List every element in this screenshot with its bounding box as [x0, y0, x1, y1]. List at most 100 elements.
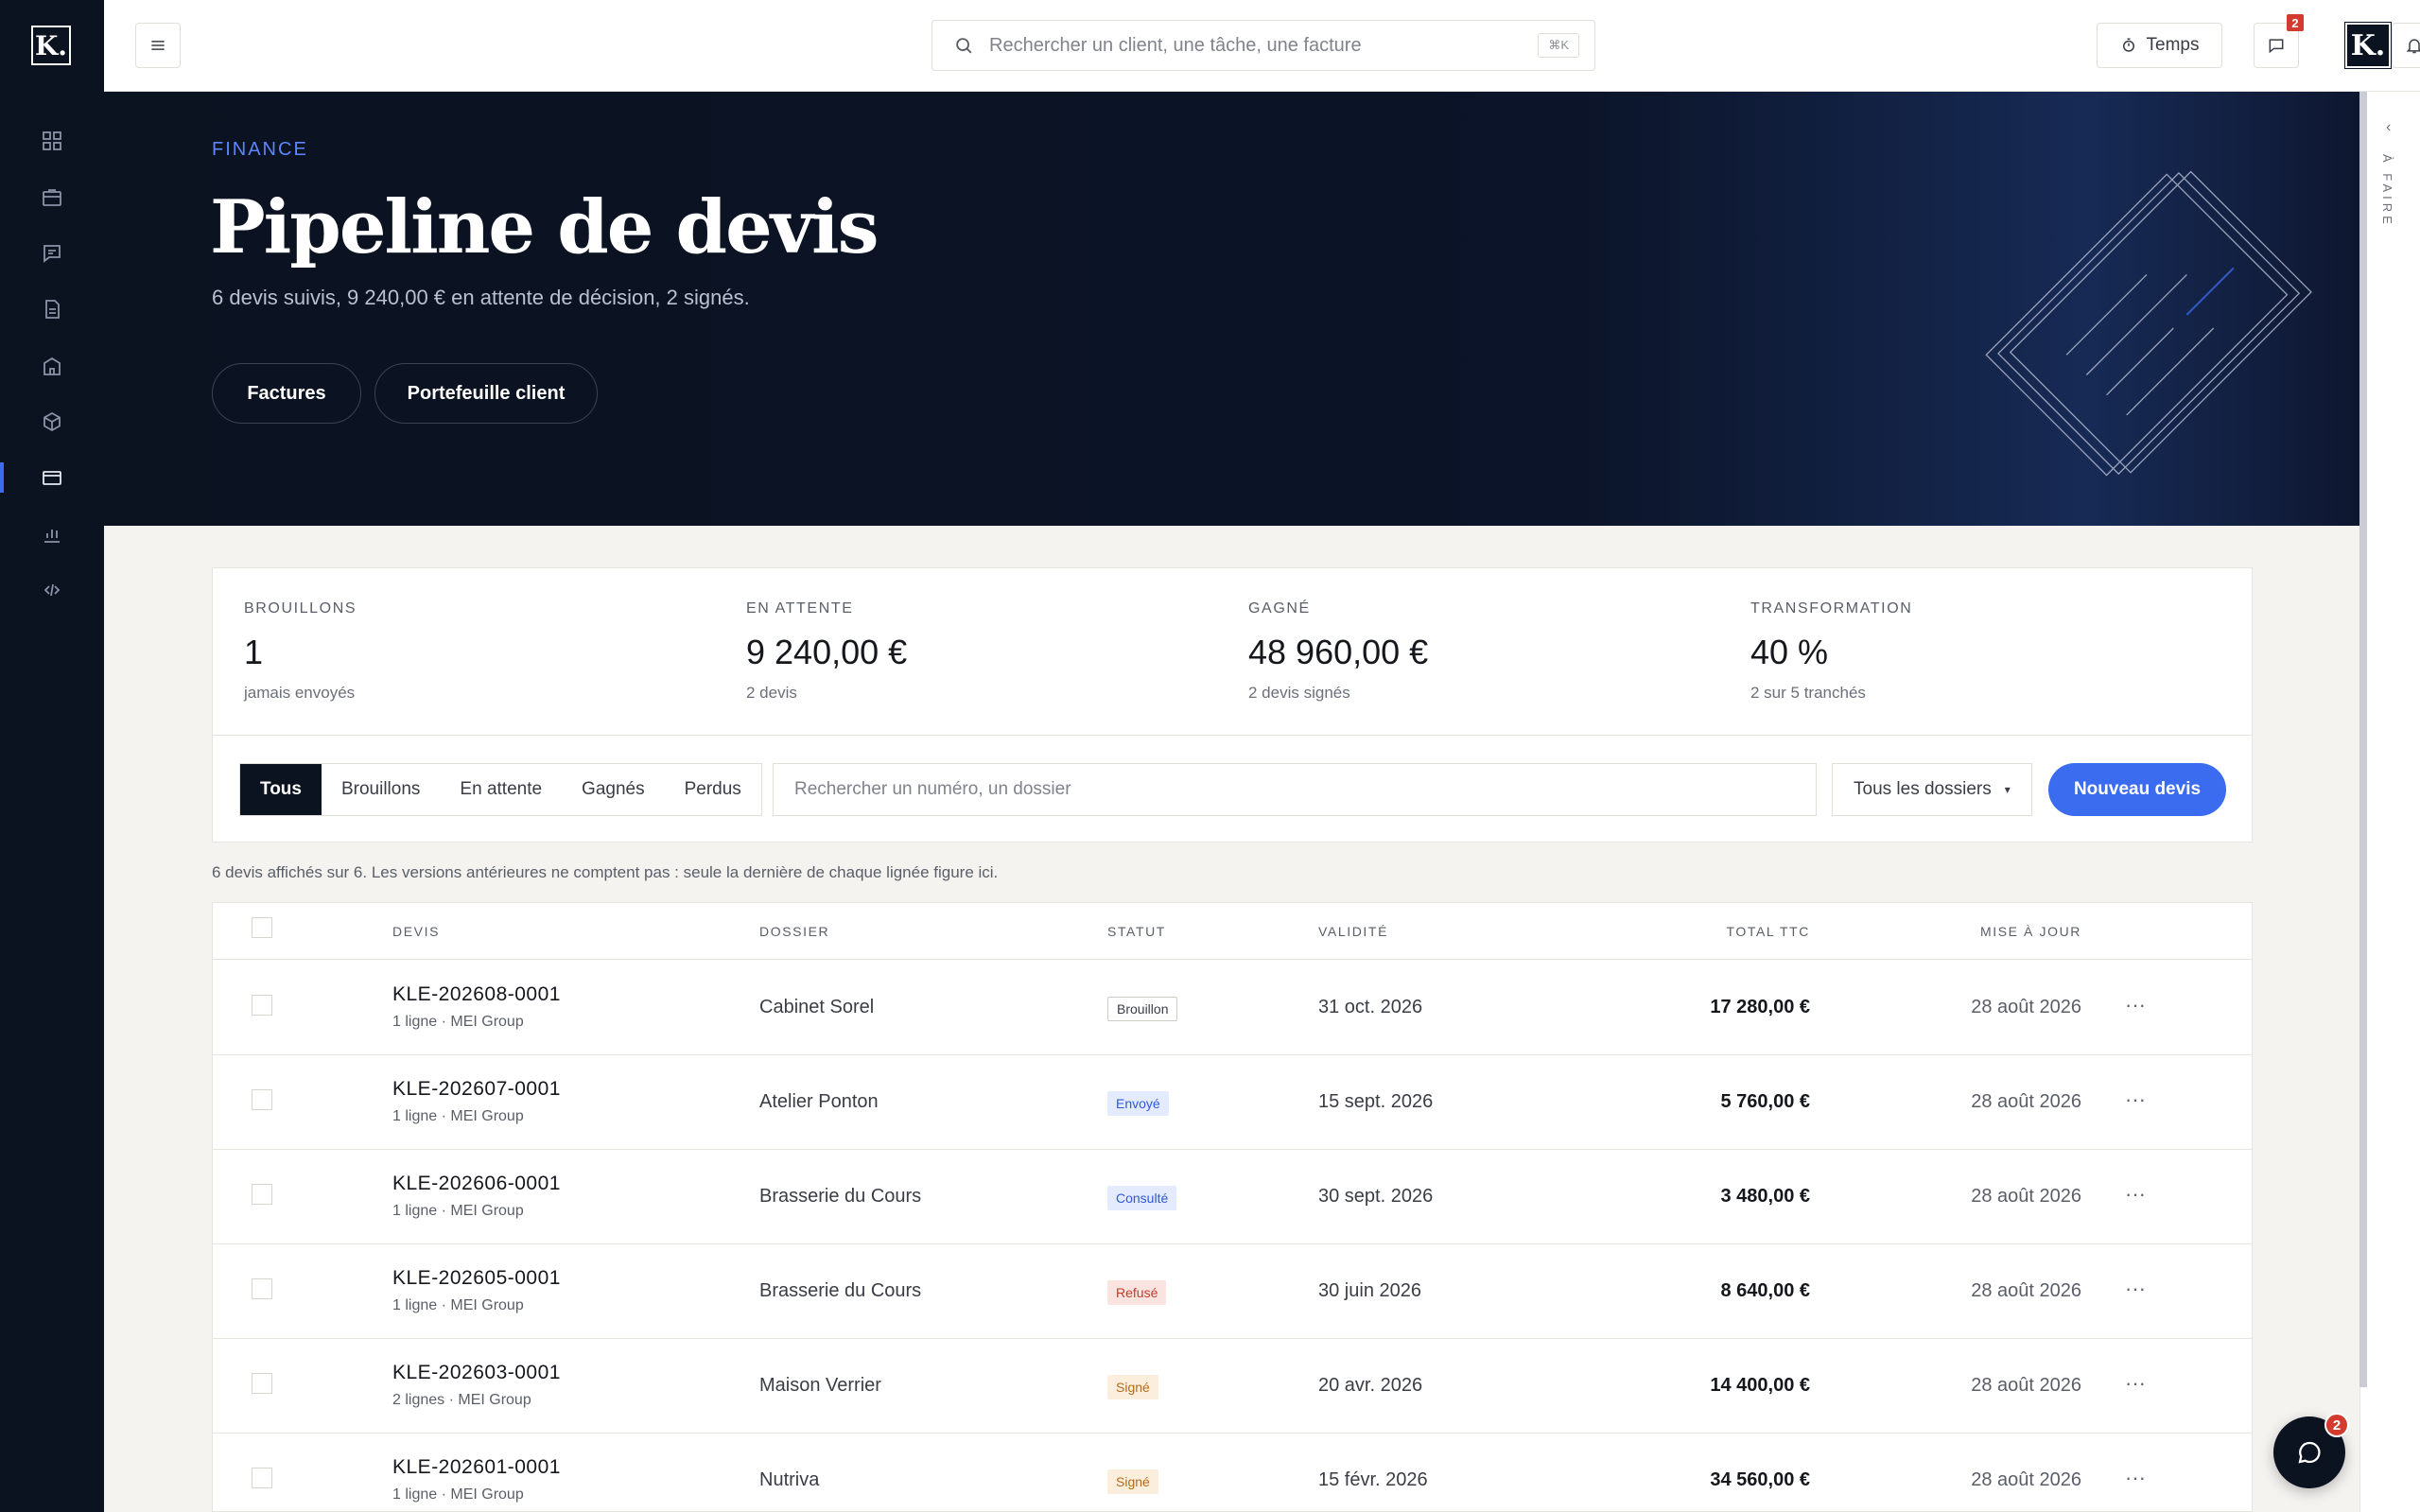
sidebar-item-dashboard[interactable] — [0, 113, 104, 169]
col-header-total[interactable]: TOTAL TTC — [1726, 924, 1810, 939]
quote-updated: 28 août 2026 — [1971, 1186, 2081, 1207]
quote-total: 34 560,00 € — [1710, 1469, 1810, 1490]
quote-dossier: Maison Verrier — [759, 1375, 881, 1396]
table-row[interactable]: KLE-202607-0001 1 ligne · MEI Group Atelie… — [213, 1055, 2252, 1150]
global-search-input[interactable]: Rechercher un client, une tâche, une fac… — [931, 20, 1595, 71]
sidebar-item-reports[interactable] — [0, 506, 104, 563]
row-more-icon[interactable]: ··· — [2125, 1277, 2146, 1301]
row-more-icon[interactable]: ··· — [2125, 1371, 2146, 1396]
tab-lost[interactable]: Perdus — [665, 764, 761, 815]
quote-total: 14 400,00 € — [1710, 1375, 1810, 1396]
bar-chart-icon — [44, 530, 60, 543]
col-header-dossier[interactable]: DOSSIER — [759, 924, 829, 939]
table-header: DEVIS DOSSIER STATUT VALIDITÉ TOTAL TTC … — [213, 903, 2252, 960]
row-checkbox[interactable] — [252, 1373, 272, 1394]
quote-dossier: Cabinet Sorel — [759, 997, 875, 1017]
quote-number[interactable]: KLE-202608-0001 — [392, 983, 561, 1006]
menu-button[interactable] — [135, 23, 181, 68]
sidebar-item-developer[interactable] — [0, 562, 104, 618]
quote-validity: 20 avr. 2026 — [1318, 1375, 1423, 1396]
quote-dossier: Brasserie du Cours — [759, 1186, 922, 1207]
time-tracker-label: Temps — [2146, 35, 2200, 55]
sidebar-item-finance[interactable] — [0, 449, 104, 506]
row-more-icon[interactable]: ··· — [2125, 1466, 2146, 1490]
tab-won[interactable]: Gagnés — [562, 764, 665, 815]
sidebar-item-products[interactable] — [0, 393, 104, 450]
quote-total: 8 640,00 € — [1720, 1280, 1810, 1301]
sidebar-item-clients[interactable] — [0, 338, 104, 394]
quote-number[interactable]: KLE-202605-0001 — [392, 1267, 561, 1290]
sidebar-item-documents[interactable] — [0, 281, 104, 338]
new-quote-button[interactable]: Nouveau devis — [2048, 763, 2226, 816]
time-tracker-button[interactable]: Temps — [2097, 23, 2222, 68]
tab-all[interactable]: Tous — [240, 764, 322, 815]
dossier-select-value: Tous les dossiers — [1854, 779, 1992, 799]
quote-number[interactable]: KLE-202606-0001 — [392, 1173, 561, 1195]
chat-icon — [44, 245, 61, 263]
logo[interactable]: K. — [31, 26, 71, 65]
client-portfolio-button[interactable]: Portefeuille client — [374, 363, 598, 424]
tab-drafts[interactable]: Brouillons — [322, 764, 440, 815]
select-all-checkbox[interactable] — [252, 917, 272, 938]
hero-banner: FINANCE Pipeline de devis 6 devis suivis… — [104, 92, 2359, 526]
quote-number[interactable]: KLE-202607-0001 — [392, 1078, 561, 1101]
messages-badge: 2 — [2287, 14, 2304, 31]
stopwatch-icon — [2122, 38, 2134, 52]
document-icon — [45, 300, 60, 319]
hamburger-icon — [151, 41, 165, 50]
table-row[interactable]: KLE-202605-0001 1 ligne · MEI Group Brasse… — [213, 1244, 2252, 1339]
search-placeholder: Rechercher un client, une tâche, une fac… — [989, 34, 1362, 56]
quote-number[interactable]: KLE-202601-0001 — [392, 1456, 561, 1479]
quote-lines-client: 2 lignes · MEI Group — [392, 1392, 531, 1408]
row-checkbox[interactable] — [252, 1278, 272, 1299]
kpi-value: 9 240,00 € — [746, 633, 908, 671]
quote-updated: 28 août 2026 — [1971, 1280, 2081, 1301]
row-checkbox[interactable] — [252, 1089, 272, 1110]
box-icon — [44, 411, 61, 432]
status-badge: Brouillon — [1107, 997, 1178, 1021]
col-header-devis[interactable]: DEVIS — [392, 924, 440, 939]
sidebar-item-projects[interactable] — [0, 169, 104, 226]
col-header-validite[interactable]: VALIDITÉ — [1318, 924, 1388, 939]
col-header-statut[interactable]: STATUT — [1107, 924, 1166, 939]
status-badge: Signé — [1107, 1469, 1158, 1494]
table-row[interactable]: KLE-202606-0001 1 ligne · MEI Group Brasse… — [213, 1150, 2252, 1244]
table-row[interactable]: KLE-202603-0001 2 lignes · MEI Group Maiso… — [213, 1339, 2252, 1434]
quote-validity: 15 sept. 2026 — [1318, 1091, 1434, 1112]
document-illustration — [1985, 170, 2312, 477]
quote-search-input[interactable]: Rechercher un numéro, un dossier — [773, 763, 1817, 816]
quote-updated: 28 août 2026 — [1971, 1375, 2081, 1396]
sidebar-item-messages[interactable] — [0, 225, 104, 282]
quote-dossier: Atelier Ponton — [759, 1091, 879, 1112]
quote-dossier: Nutriva — [759, 1469, 820, 1490]
rail-scrollbar[interactable] — [2359, 92, 2367, 1387]
kpi-label: BROUILLONS — [244, 600, 357, 617]
notifications-button[interactable]: 5 — [2392, 23, 2420, 68]
chat-button[interactable]: 2 — [2273, 1413, 2349, 1488]
quote-updated: 28 août 2026 — [1971, 1091, 2081, 1112]
table-row[interactable]: KLE-202608-0001 1 ligne · MEI Group Cabine… — [213, 961, 2252, 1055]
collapse-chevron-icon[interactable]: ‹ — [2386, 119, 2391, 136]
quote-lines-client: 1 ligne · MEI Group — [392, 1203, 524, 1219]
quote-number[interactable]: KLE-202603-0001 — [392, 1362, 561, 1384]
tab-pending[interactable]: En attente — [440, 764, 562, 815]
quote-updated: 28 août 2026 — [1971, 997, 2081, 1017]
row-checkbox[interactable] — [252, 1468, 272, 1488]
user-avatar[interactable]: K. — [2344, 22, 2392, 69]
dossier-select[interactable]: Tous les dossiers ▾ — [1832, 763, 2032, 816]
row-more-icon[interactable]: ··· — [2125, 1182, 2146, 1207]
row-checkbox[interactable] — [252, 995, 272, 1016]
kpi-label: TRANSFORMATION — [1750, 600, 1913, 617]
search-icon — [956, 38, 972, 54]
row-checkbox[interactable] — [252, 1184, 272, 1205]
table-row[interactable]: KLE-202601-0001 1 ligne · MEI Group Nutriv… — [213, 1434, 2252, 1511]
invoices-button[interactable]: Factures — [212, 363, 361, 424]
todo-rail[interactable] — [2359, 92, 2420, 1512]
messages-button[interactable]: 2 — [2254, 14, 2304, 68]
row-more-icon[interactable]: ··· — [2125, 993, 2146, 1017]
row-more-icon[interactable]: ··· — [2125, 1087, 2146, 1112]
status-badge: Consulté — [1107, 1186, 1177, 1210]
results-count-note: 6 devis affichés sur 6. Les versions ant… — [212, 863, 999, 881]
topbar: Rechercher un client, une tâche, une fac… — [104, 0, 2420, 92]
col-header-maj[interactable]: MISE À JOUR — [1980, 924, 2081, 939]
